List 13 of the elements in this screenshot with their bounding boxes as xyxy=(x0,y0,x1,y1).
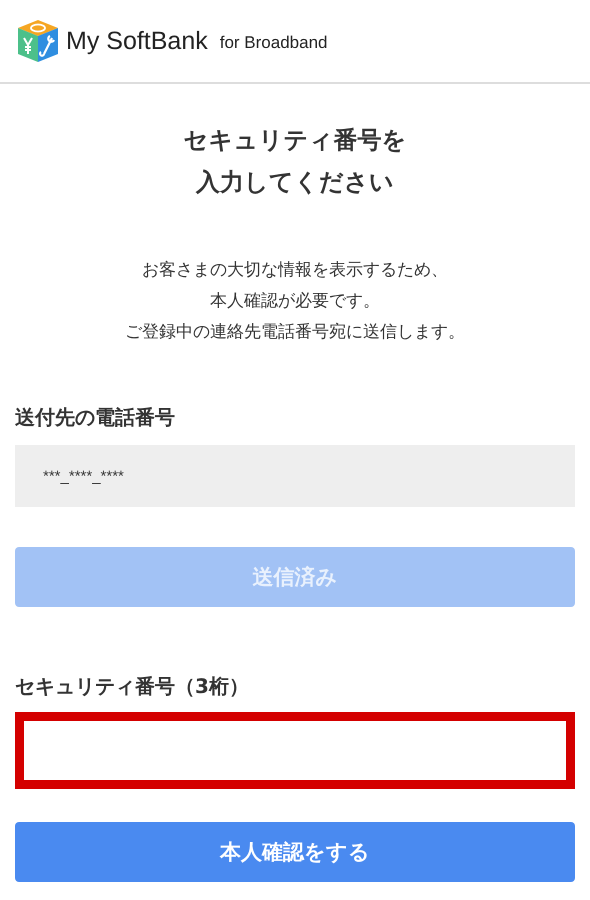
verify-button[interactable]: 本人確認をする xyxy=(15,822,575,882)
cube-logo-icon xyxy=(16,18,60,64)
page-title: 入力してください xyxy=(194,167,395,198)
field-label: 送付先の電話番号 xyxy=(15,404,176,431)
description-text: ご登録中の連絡先電話番号宛に送信します。 xyxy=(124,321,466,344)
logo-subtitle: for Broadband xyxy=(220,33,328,53)
security-code-field[interactable] xyxy=(15,712,575,789)
description-text: お客さまの大切な情報を表示するため、 xyxy=(141,259,449,282)
phone-number-field: ***_****_**** xyxy=(15,445,575,507)
page-title: セキュリティ番号を xyxy=(182,125,408,156)
logo-text: My SoftBank xyxy=(66,26,208,56)
description-text: 本人確認が必要です。 xyxy=(209,290,381,313)
field-label: セキュリティ番号（3桁） xyxy=(15,673,250,700)
